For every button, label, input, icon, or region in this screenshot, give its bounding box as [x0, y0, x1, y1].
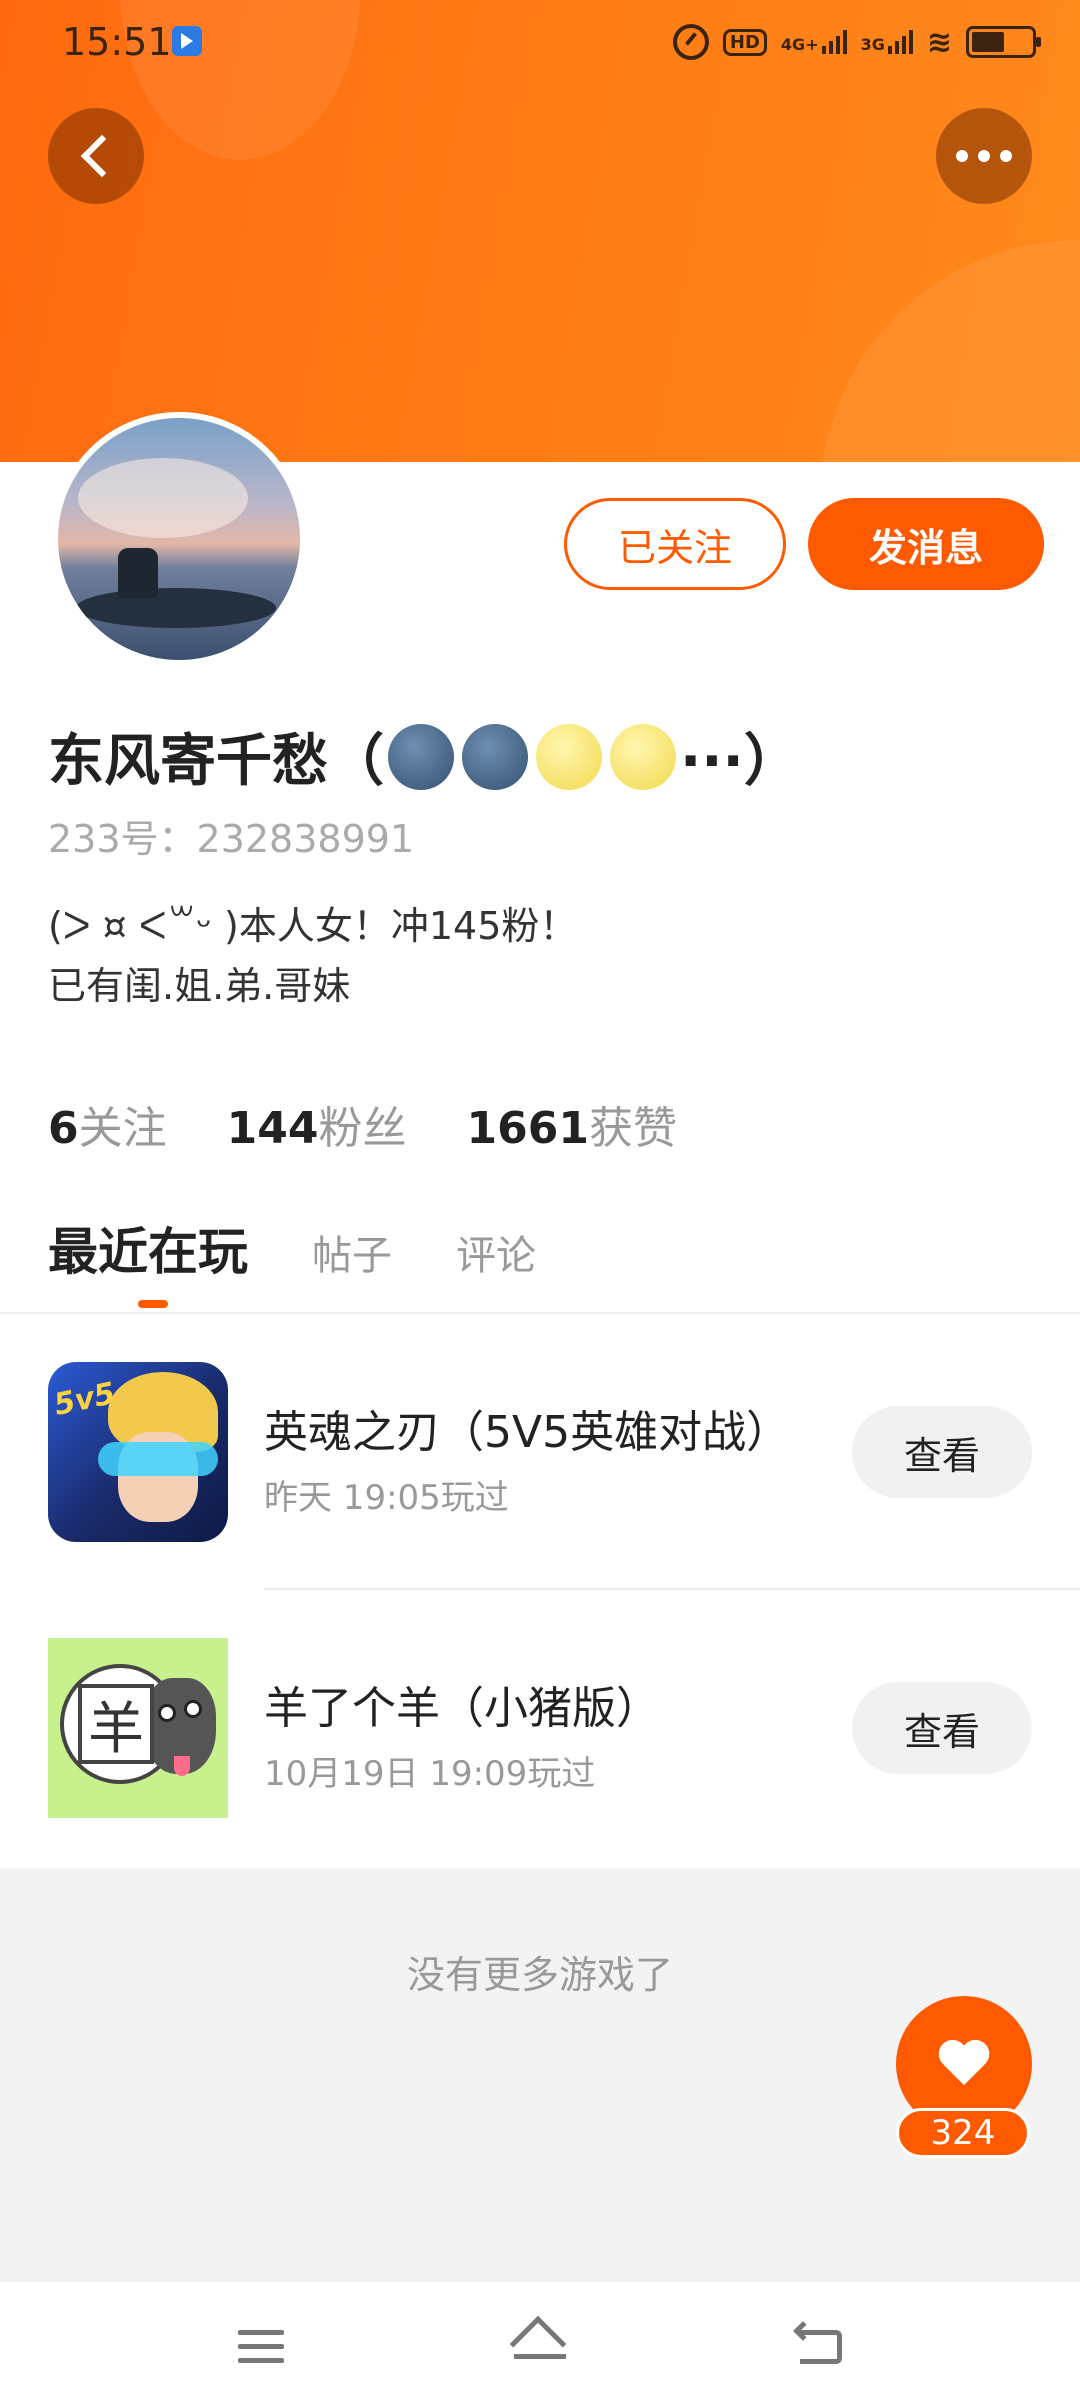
- signal-3g-icon: 3G: [861, 30, 913, 54]
- new-moon-emoji-icon: [388, 723, 454, 790]
- more-button[interactable]: [936, 108, 1032, 204]
- following-button[interactable]: 已关注: [564, 498, 786, 590]
- heart-icon: [939, 2041, 989, 2087]
- bio-line: 已有闺.姐.弟.哥妹: [48, 964, 351, 1008]
- more-dots-icon: [956, 150, 1012, 162]
- divider: [264, 1588, 1080, 1590]
- profile-stats: 6关注 144粉丝 1661获赞: [48, 1092, 677, 1156]
- status-time: 15:51: [62, 20, 172, 64]
- status-bar: 15:51 HD 4G+ 3G ≋: [0, 0, 1080, 84]
- game-last-played: 昨天 19:05玩过: [264, 1478, 509, 1518]
- stat-followers[interactable]: 144粉丝: [227, 1092, 407, 1156]
- send-message-button[interactable]: 发消息: [808, 498, 1044, 590]
- active-tab-indicator: [138, 1300, 168, 1308]
- tab-recently-played[interactable]: 最近在玩: [48, 1212, 248, 1284]
- bio-line: (ᐳ ¤ ᐸ꒳ᵕ )本人女！冲145粉！: [48, 904, 578, 948]
- view-button[interactable]: 查看: [852, 1682, 1032, 1774]
- status-icons: HD 4G+ 3G ≋: [672, 22, 1041, 62]
- username: 东风寄千愁（ ···）: [48, 716, 800, 797]
- game-title: 英魂之刃（5V5英雄对战）: [264, 1407, 791, 1458]
- chevron-left-icon: [80, 134, 124, 178]
- back-button[interactable]: [48, 108, 144, 204]
- new-moon-emoji-icon: [462, 723, 528, 790]
- battery-icon: [966, 26, 1041, 58]
- full-moon-emoji-icon: [536, 723, 602, 790]
- profile-tabs: 最近在玩 帖子 评论: [48, 1212, 536, 1284]
- speed-gauge-icon: [672, 24, 709, 60]
- game-last-played: 10月19日 19:09玩过: [264, 1754, 596, 1794]
- back-icon[interactable]: [793, 2316, 854, 2376]
- stat-likes[interactable]: 1661获赞: [466, 1092, 676, 1156]
- game-icon: 5v5: [48, 1362, 228, 1542]
- game-icon: 羊: [48, 1638, 228, 1818]
- username-suffix: ···）: [680, 729, 800, 794]
- like-count-badge: 324: [896, 2108, 1030, 2158]
- list-item[interactable]: 5v5 英魂之刃（5V5英雄对战） 昨天 19:05玩过 查看: [0, 1362, 1080, 1542]
- username-text: 东风寄千愁（: [48, 729, 384, 794]
- divider: [0, 1312, 1080, 1314]
- user-id: 233号：232838991: [48, 817, 415, 861]
- system-nav-bar: [0, 2282, 1080, 2408]
- user-bio: (ᐳ ¤ ᐸ꒳ᵕ )本人女！冲145粉！ 已有闺.姐.弟.哥妹: [48, 896, 577, 1016]
- stat-following[interactable]: 6关注: [48, 1092, 167, 1156]
- wifi-icon: ≋: [926, 24, 952, 60]
- banner-decoration: [820, 240, 1080, 462]
- list-item[interactable]: 羊 羊了个羊（小猪版） 10月19日 19:09玩过 查看: [0, 1638, 1080, 1818]
- signal-4g-icon: 4G+: [781, 30, 847, 54]
- hd-icon: HD: [722, 28, 767, 56]
- no-more-games-text: 没有更多游戏了: [406, 1953, 673, 1997]
- home-icon[interactable]: [509, 2315, 570, 2376]
- game-title: 羊了个羊（小猪版）: [264, 1683, 660, 1734]
- full-moon-emoji-icon: [610, 723, 676, 790]
- avatar[interactable]: [52, 412, 306, 666]
- menu-icon[interactable]: [238, 2316, 298, 2376]
- notification-app-icon: [172, 26, 202, 56]
- view-button[interactable]: 查看: [852, 1406, 1032, 1498]
- tab-comments[interactable]: 评论: [456, 1223, 536, 1281]
- tab-posts[interactable]: 帖子: [312, 1223, 392, 1281]
